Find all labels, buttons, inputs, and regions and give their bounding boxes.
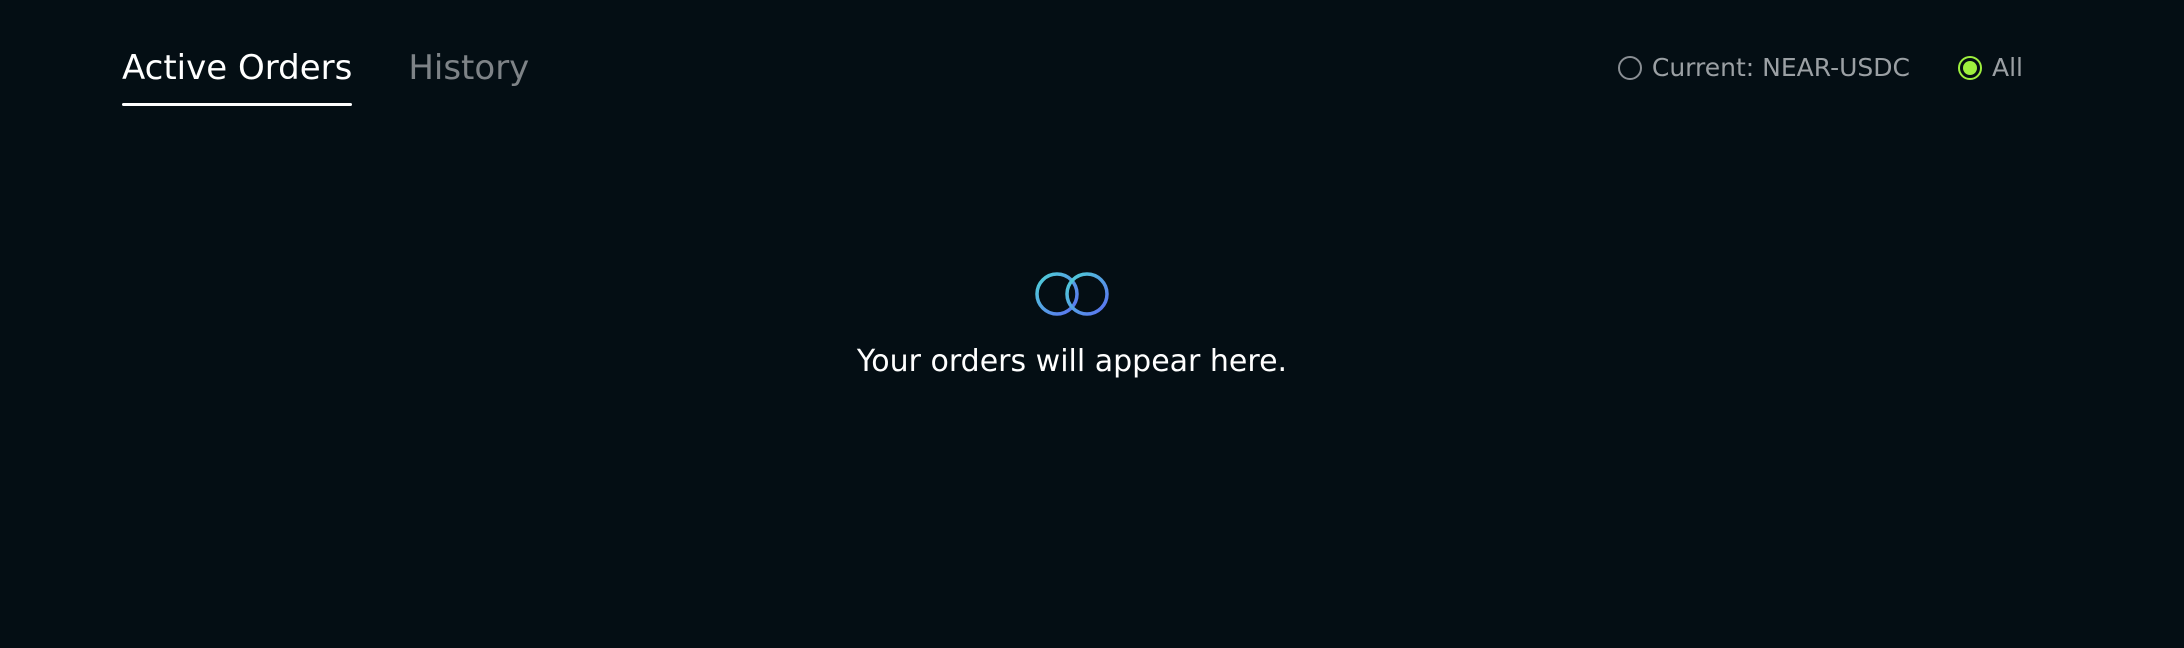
empty-state-message: Your orders will appear here.	[856, 344, 1288, 379]
radio-unchecked-icon[interactable]	[1617, 56, 1642, 80]
market-filter: Current: NEAR-USDC All	[1617, 50, 2023, 86]
tab-history[interactable]: History	[408, 40, 529, 106]
filter-current-label: Current: NEAR-USDC	[1651, 53, 1910, 82]
empty-state: Your orders will appear here.	[0, 268, 2144, 382]
tab-active-orders[interactable]: Active Orders	[122, 40, 353, 106]
order-tabs: Active Orders History	[122, 40, 529, 106]
radio-checked-icon[interactable]	[1958, 56, 1982, 80]
filter-all[interactable]: All	[1958, 50, 2023, 86]
orders-panel: Active Orders History Current: NEAR-USDC…	[0, 0, 2184, 648]
orders-rings-icon	[1035, 272, 1109, 316]
filter-current-market[interactable]: Current: NEAR-USDC	[1617, 50, 1910, 86]
filter-all-label: All	[1992, 53, 2023, 82]
